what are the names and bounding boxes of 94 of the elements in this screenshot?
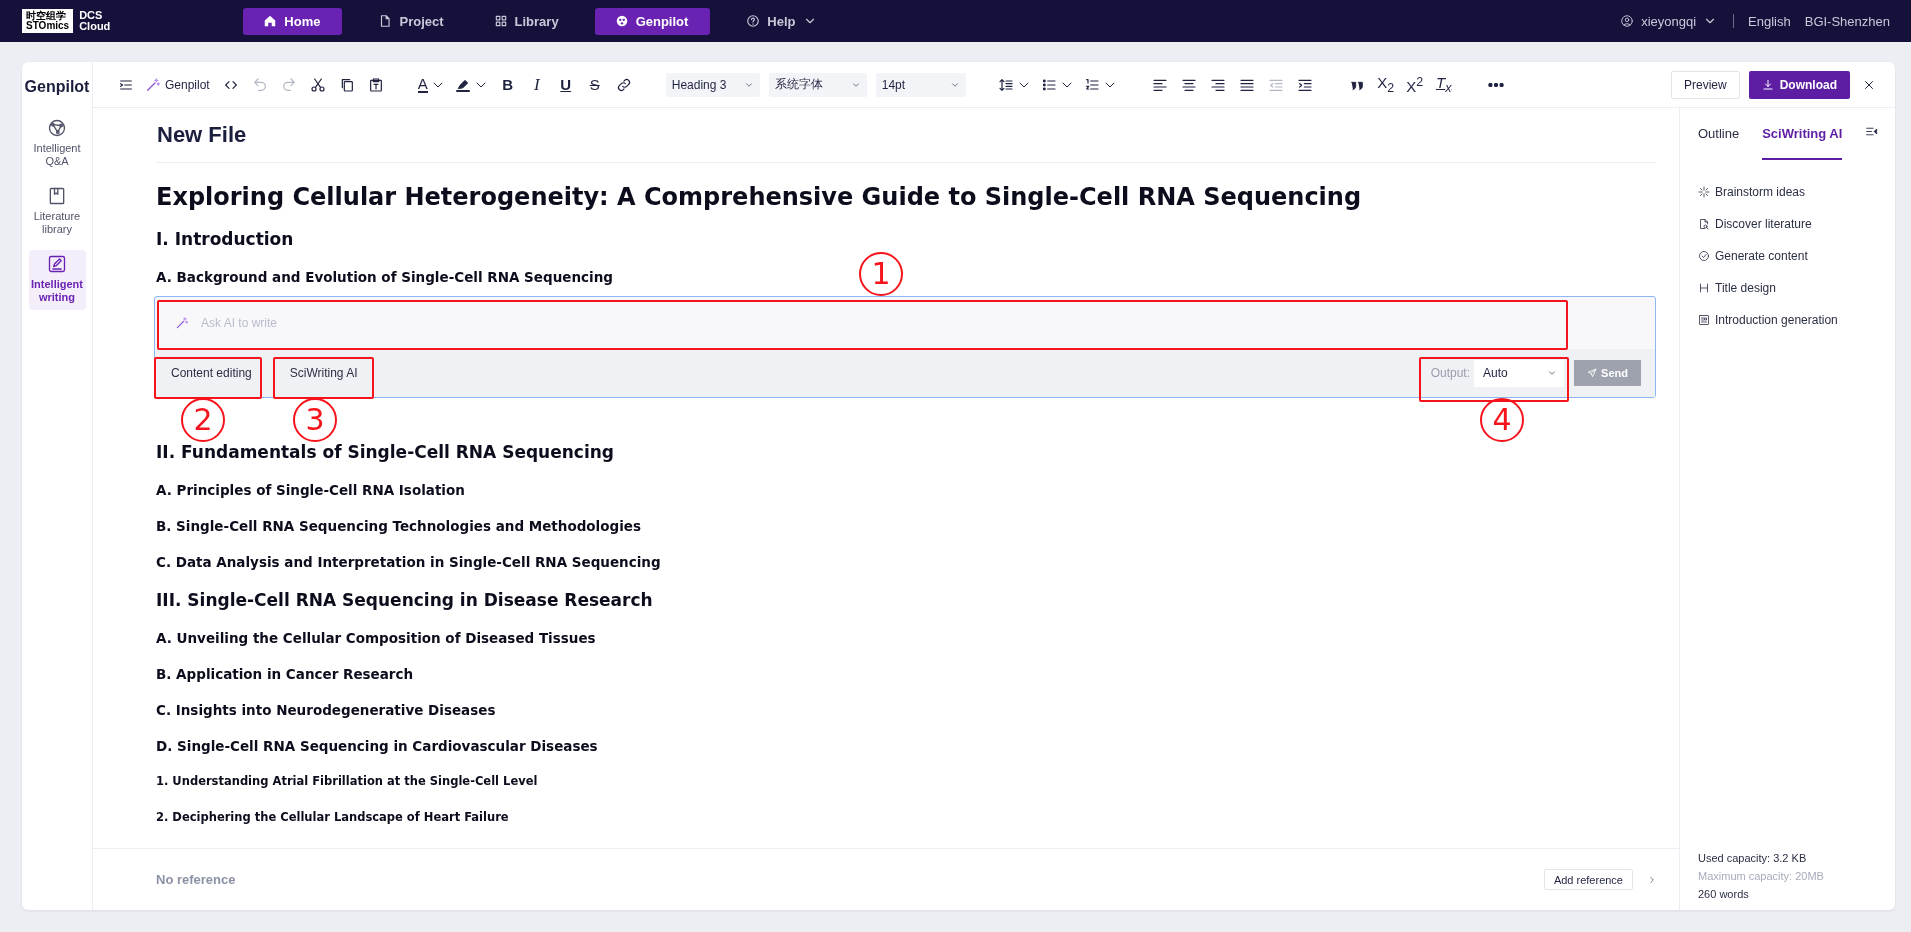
- paste-icon: [367, 76, 384, 93]
- subsection-heading: B. Application in Cancer Research: [156, 666, 414, 682]
- document-layout-icon: [1698, 314, 1710, 326]
- subsection-heading: 2. Deciphering the Cellular Landscape of Heart Failure: [156, 810, 509, 824]
- mode-button[interactable]: Content editing: [171, 366, 252, 380]
- more-icon: [1487, 82, 1504, 87]
- chevron-right-icon: [1647, 874, 1657, 885]
- italic-button[interactable]: I: [526, 72, 547, 97]
- annotation-number: 4: [1480, 398, 1524, 442]
- heading-icon: [1698, 282, 1710, 294]
- panel-tab[interactable]: SciWriting AI: [1762, 106, 1843, 160]
- download-button[interactable]: Download: [1748, 70, 1850, 99]
- font-color-button[interactable]: A: [417, 72, 446, 97]
- nav-tab[interactable]: Project: [364, 7, 458, 35]
- subsection-heading: C. Data Analysis and Interpretation in Single-Cell RNA Sequencing: [156, 554, 661, 570]
- brand-logo: 时空组学 STOmics: [22, 9, 74, 33]
- grid-icon: [493, 14, 508, 28]
- document-title: Exploring Cellular Heterogeneity: A Comprehensive Guide to Single-Cell RNA Sequencing: [156, 183, 1362, 211]
- link-icon: [615, 76, 632, 93]
- sparkle-icon: [1698, 186, 1710, 198]
- underline-button[interactable]: U: [555, 72, 576, 97]
- product-name: DCS Cloud: [79, 10, 111, 32]
- annotation-number: 3: [293, 398, 337, 442]
- subsection-heading: C. Insights into Neurodegenerative Diseases: [156, 702, 496, 718]
- sidebar-item[interactable]: Literature library: [28, 182, 86, 242]
- preview-button[interactable]: Preview: [1671, 70, 1740, 99]
- subsection-heading: A. Unveiling the Cellular Composition of Diseased Tissues: [156, 630, 596, 646]
- document-search-icon: [1698, 218, 1710, 230]
- magic-wand-icon: [175, 316, 189, 330]
- subsection-heading: B. Single-Cell RNA Sequencing Technologies and Methodologies: [156, 518, 641, 534]
- word-count: 260 words: [1698, 887, 1750, 902]
- genpilot-button[interactable]: Genpilot: [145, 72, 210, 97]
- output-label: Output:: [1430, 366, 1470, 380]
- robot-icon: [614, 14, 629, 28]
- dropdown[interactable]: Heading 3: [665, 72, 760, 97]
- nav-tab[interactable]: Help: [732, 7, 831, 35]
- network-globe-icon: [47, 118, 67, 138]
- section-heading: II. Fundamentals of Single-Cell RNA Sequencing: [156, 442, 615, 462]
- document-icon: [378, 14, 393, 28]
- section-heading: I. Introduction: [156, 229, 294, 249]
- subsection-heading: A. Background and Evolution of Single-Cell RNA Sequencing: [156, 269, 613, 285]
- line-height-icon: [997, 76, 1014, 93]
- assistant-tool[interactable]: Title design: [1698, 272, 1895, 304]
- dropdown[interactable]: 系统字体: [768, 72, 867, 97]
- bold-button[interactable]: B: [497, 72, 518, 97]
- sidebar-item[interactable]: Intelligent writing: [28, 250, 86, 310]
- nav-tab[interactable]: Genpilot: [594, 7, 711, 35]
- check-circle-icon: [1698, 250, 1710, 262]
- bookmark-book-icon: [47, 186, 67, 206]
- capacity-used: Used capacity: 3.2 KB: [1698, 851, 1808, 866]
- assistant-tool[interactable]: Introduction generation: [1698, 304, 1895, 336]
- download-icon: [1761, 78, 1774, 91]
- assistant-tool[interactable]: Brainstorm ideas: [1698, 176, 1895, 208]
- close-icon: [1863, 78, 1875, 91]
- panel-tab[interactable]: Outline: [1698, 106, 1740, 160]
- superscript-button[interactable]: X$^{2}$: [1404, 72, 1425, 97]
- app-title: Genpilot: [24, 78, 90, 96]
- output-dropdown[interactable]: Auto: [1474, 359, 1564, 387]
- nav-tab[interactable]: Library: [479, 7, 573, 35]
- paper-plane-icon: [1587, 368, 1598, 378]
- numbered-list-icon: [1083, 76, 1100, 93]
- edit-icon: [47, 254, 67, 274]
- subscript-button[interactable]: X$_{2}$: [1375, 72, 1396, 97]
- redo-icon: [280, 76, 297, 93]
- help-icon: [746, 14, 761, 28]
- subsection-heading: 1. Understanding Atrial Fibrillation at the Single-Cell Level: [156, 774, 538, 788]
- add-reference-button[interactable]: Add reference: [1543, 869, 1633, 890]
- subsection-heading: A. Principles of Single-Cell RNA Isolation: [156, 482, 465, 498]
- scissors-icon: [309, 76, 326, 93]
- annotation-number: 2: [181, 398, 225, 442]
- mode-button[interactable]: SciWriting AI: [289, 366, 358, 380]
- nav-tab[interactable]: Home: [243, 7, 343, 35]
- collapse-panel-icon: [1865, 125, 1879, 138]
- assistant-tool[interactable]: Discover literature: [1698, 208, 1895, 240]
- region-link[interactable]: BGI-Shenzhen: [1804, 13, 1890, 29]
- clear-format-button[interactable]: T$_{x}$: [1433, 72, 1454, 97]
- house-icon: [263, 14, 278, 28]
- dropdown[interactable]: 14pt: [875, 72, 966, 97]
- capacity-limit: Maximum capacity: 20MB: [1698, 869, 1825, 884]
- user-menu[interactable]: xieyongqi: [1620, 13, 1718, 29]
- language-link[interactable]: English: [1748, 13, 1791, 29]
- reference-status: No reference: [156, 872, 237, 887]
- sidebar-item[interactable]: Intelligent Q&A: [28, 114, 86, 174]
- undo-icon: [251, 76, 268, 93]
- file-title: New File: [156, 108, 1656, 163]
- strikethrough-button[interactable]: S: [584, 72, 605, 97]
- caret-icon: [1547, 368, 1557, 378]
- ai-prompt-field[interactable]: Ask AI to write: [199, 315, 1635, 331]
- assistant-tool[interactable]: Generate content: [1698, 240, 1895, 272]
- magic-wand-icon: [145, 76, 161, 93]
- annotation-number: 1: [859, 252, 903, 296]
- subsection-heading: D. Single-Cell RNA Sequencing in Cardiovascular Diseases: [156, 738, 598, 754]
- section-heading: III. Single-Cell RNA Sequencing in Disease Research: [156, 590, 653, 610]
- user-icon: [1620, 14, 1635, 28]
